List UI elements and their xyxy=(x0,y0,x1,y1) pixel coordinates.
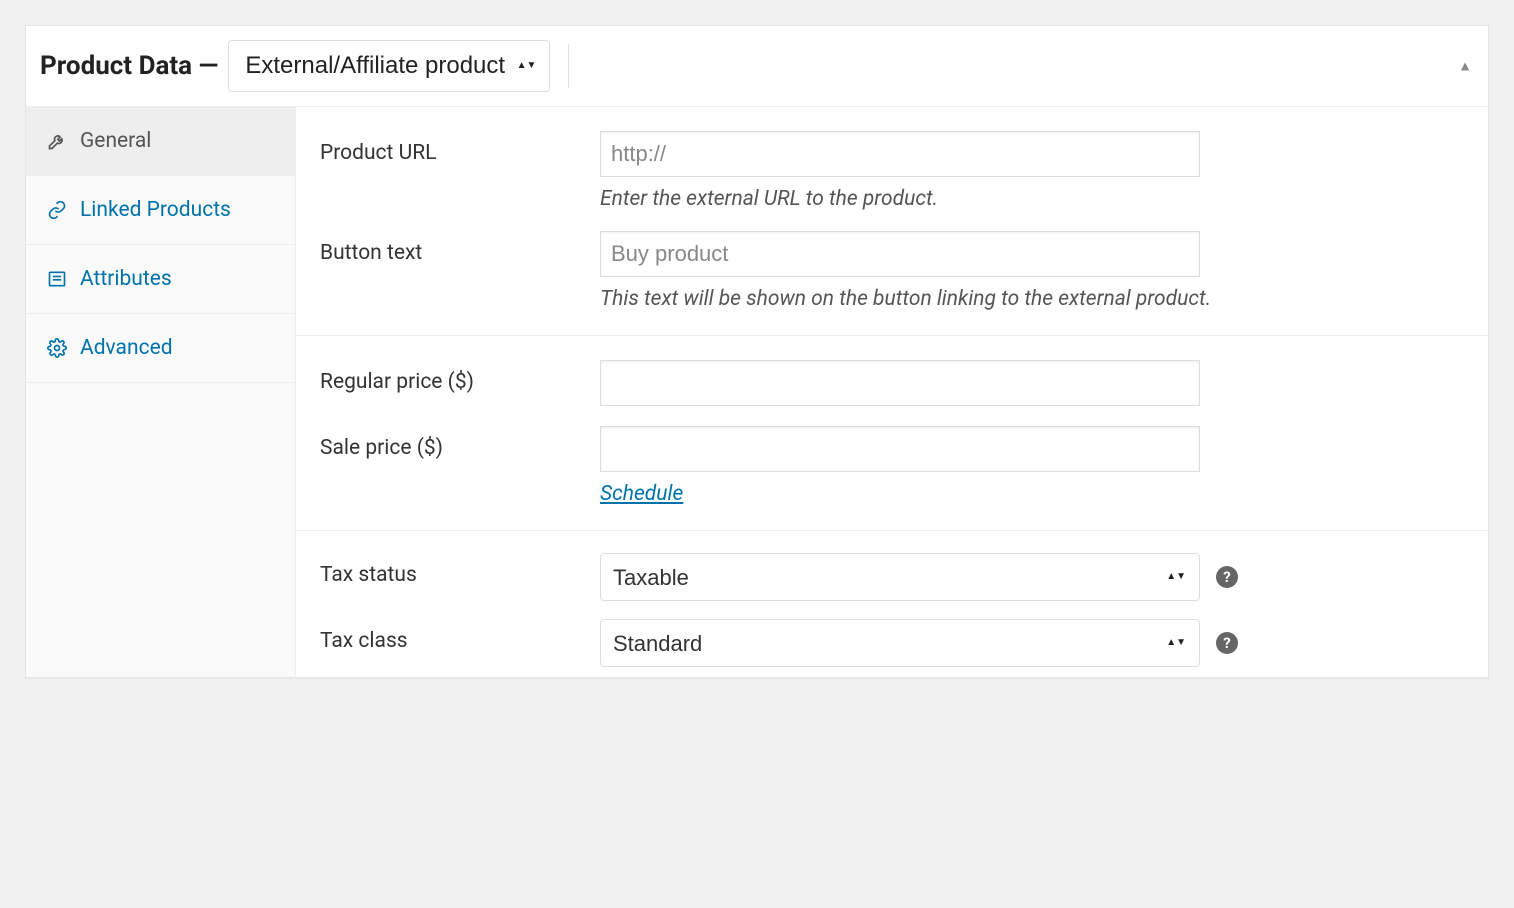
sale-price-field: Sale price ($) Schedule xyxy=(296,406,1488,506)
product-data-tabs: General Linked Products Attributes xyxy=(26,107,296,677)
gear-icon xyxy=(46,338,68,358)
list-icon xyxy=(46,269,68,289)
tab-general-label: General xyxy=(80,129,151,153)
sale-price-input[interactable] xyxy=(600,426,1200,472)
tax-class-field: Tax class StandardReduced rateZero rate … xyxy=(296,601,1488,667)
divider xyxy=(568,44,569,88)
external-group: Product URL Enter the external URL to th… xyxy=(296,107,1488,336)
panel-title: Product Data — xyxy=(40,51,218,81)
tab-linked-products[interactable]: Linked Products xyxy=(26,176,295,245)
schedule-link[interactable]: Schedule xyxy=(600,482,683,506)
panel-body: General Linked Products Attributes xyxy=(26,107,1488,677)
product-type-select-wrap: Simple productGrouped productExternal/Af… xyxy=(228,40,550,92)
tax-status-select[interactable]: TaxableShipping onlyNone xyxy=(600,553,1200,601)
tax-status-field: Tax status TaxableShipping onlyNone ▲▼ ? xyxy=(296,535,1488,601)
button-text-input[interactable] xyxy=(600,231,1200,277)
link-icon xyxy=(46,200,68,220)
tab-advanced[interactable]: Advanced xyxy=(26,314,295,383)
tax-group: Tax status TaxableShipping onlyNone ▲▼ ?… xyxy=(296,531,1488,677)
collapse-toggle-icon[interactable]: ▲ xyxy=(1458,58,1472,75)
product-data-panel: Product Data — Simple productGrouped pro… xyxy=(25,25,1489,678)
help-icon[interactable]: ? xyxy=(1216,632,1238,654)
tax-class-label: Tax class xyxy=(320,619,600,653)
pricing-group: Regular price ($) Sale price ($) Schedul… xyxy=(296,336,1488,531)
tax-status-label: Tax status xyxy=(320,553,600,587)
tab-advanced-label: Advanced xyxy=(80,336,173,360)
help-icon[interactable]: ? xyxy=(1216,566,1238,588)
general-panel-content: Product URL Enter the external URL to th… xyxy=(296,107,1488,677)
product-type-select[interactable]: Simple productGrouped productExternal/Af… xyxy=(228,40,550,92)
product-url-field: Product URL Enter the external URL to th… xyxy=(296,111,1488,211)
panel-header: Product Data — Simple productGrouped pro… xyxy=(26,26,1488,107)
regular-price-label: Regular price ($) xyxy=(320,360,600,394)
tab-general[interactable]: General xyxy=(26,107,295,176)
product-url-label: Product URL xyxy=(320,131,600,165)
product-url-input[interactable] xyxy=(600,131,1200,177)
button-text-field: Button text This text will be shown on t… xyxy=(296,211,1488,311)
button-text-help: This text will be shown on the button li… xyxy=(600,287,1220,311)
button-text-label: Button text xyxy=(320,231,600,265)
tab-attributes-label: Attributes xyxy=(80,267,172,291)
regular-price-input[interactable] xyxy=(600,360,1200,406)
regular-price-field: Regular price ($) xyxy=(296,340,1488,406)
tab-linked-label: Linked Products xyxy=(80,198,231,222)
tax-class-select[interactable]: StandardReduced rateZero rate xyxy=(600,619,1200,667)
product-url-help: Enter the external URL to the product. xyxy=(600,187,1220,211)
sale-price-label: Sale price ($) xyxy=(320,426,600,460)
tab-attributes[interactable]: Attributes xyxy=(26,245,295,314)
wrench-icon xyxy=(46,131,68,151)
